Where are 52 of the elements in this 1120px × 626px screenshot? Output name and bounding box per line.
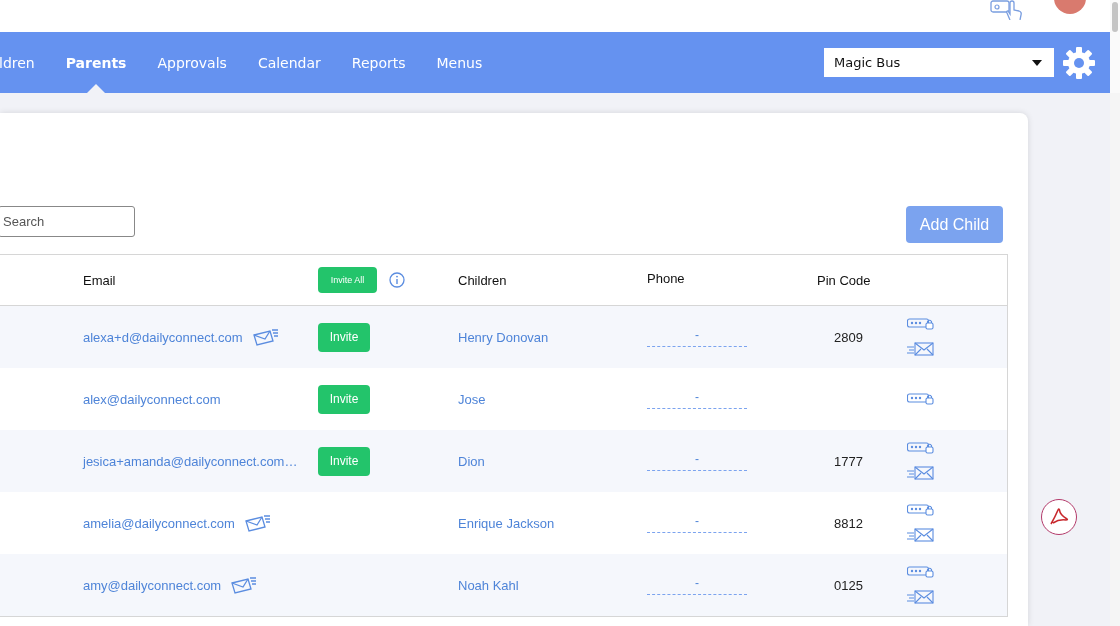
pdf-icon — [1049, 507, 1069, 527]
email-link[interactable]: alex@dailyconnect.com — [83, 391, 221, 407]
pin-code: 2809 — [834, 329, 863, 345]
password-key-icon[interactable] — [907, 442, 934, 454]
column-header: Phone — [647, 271, 686, 286]
child-link[interactable]: Jose — [458, 391, 647, 407]
send-mail-icon[interactable] — [907, 590, 934, 604]
pin-code: 8812 — [834, 515, 863, 531]
pin-code: 0125 — [834, 577, 863, 593]
password-key-icon[interactable] — [907, 566, 934, 578]
nav-tab[interactable]: Approvals — [157, 32, 227, 93]
phone-field[interactable]: - — [647, 451, 747, 471]
email-link[interactable]: jesica+amanda@dailyconnect.com… — [83, 453, 298, 469]
column-header: Children — [458, 272, 508, 288]
password-key-icon[interactable] — [907, 393, 934, 405]
search-field[interactable]: Search — [0, 206, 135, 237]
phone-field[interactable]: - — [647, 327, 747, 347]
add-child-button[interactable]: Add Child — [906, 206, 1003, 243]
phone-field[interactable]: - — [647, 389, 747, 409]
pdf-button[interactable] — [1041, 499, 1077, 535]
column-header: Email — [83, 272, 117, 288]
phone-field[interactable]: - — [647, 575, 747, 595]
send-mail-icon[interactable] — [907, 466, 934, 480]
column-header: Pin Code — [817, 272, 872, 288]
email-link[interactable]: amy@dailyconnect.com — [83, 577, 222, 593]
card-tap-icon[interactable] — [990, 0, 1024, 20]
send-mail-icon[interactable] — [907, 342, 934, 356]
child-link[interactable]: Henry Donovan — [458, 329, 647, 345]
invite-button[interactable]: Invite — [318, 322, 370, 352]
password-key-icon[interactable] — [907, 318, 934, 330]
nav-tab[interactable]: Reports — [351, 32, 406, 93]
child-link[interactable]: Enrique Jackson — [458, 515, 647, 531]
phone-field[interactable]: - — [647, 513, 747, 533]
school-dropdown[interactable]: Magic Bus — [824, 48, 1054, 77]
pin-code: 1777 — [834, 453, 863, 469]
email-link[interactable]: amelia@dailyconnect.com — [83, 515, 235, 531]
child-link[interactable]: Dion — [458, 453, 647, 469]
nav-tab[interactable]: ldren — [0, 32, 35, 93]
scrollbar-thumb[interactable] — [1112, 2, 1118, 32]
nav-tab[interactable]: Parents — [65, 32, 127, 93]
child-link[interactable]: Noah Kahl — [458, 577, 647, 593]
invite-all-button[interactable]: Invite All — [318, 267, 377, 293]
invite-button[interactable]: Invite — [318, 446, 370, 476]
nav-tab[interactable]: Menus — [436, 32, 483, 93]
email-link[interactable]: alexa+d@dailyconnect.com — [83, 329, 243, 345]
password-key-icon[interactable] — [907, 504, 934, 516]
send-mail-icon[interactable] — [907, 528, 934, 542]
caret-icon — [1032, 59, 1042, 66]
invite-button[interactable]: Invite — [318, 384, 370, 414]
info-icon[interactable] — [389, 272, 405, 288]
settings-icon[interactable] — [1063, 46, 1095, 79]
nav-tab[interactable]: Calendar — [257, 32, 321, 93]
